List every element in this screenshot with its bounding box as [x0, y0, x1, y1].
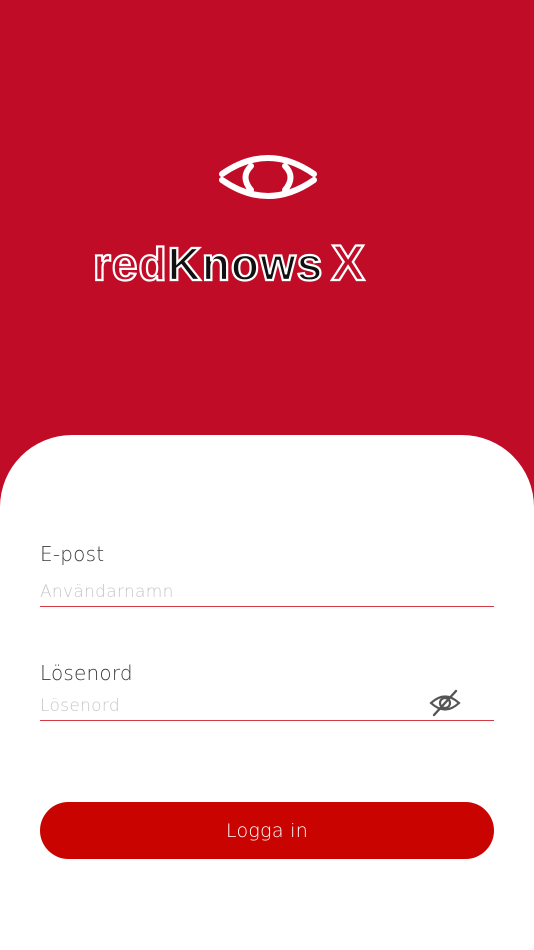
brand-wordmark: redKnows X: [92, 234, 366, 292]
eye-slash-icon[interactable]: [428, 688, 462, 718]
password-input[interactable]: [40, 691, 494, 721]
login-button[interactable]: Logga in: [40, 802, 494, 859]
brand-name-x: X: [331, 235, 364, 291]
email-label: E-post: [40, 542, 105, 566]
brand-name-knows: Knows: [168, 238, 324, 290]
password-label: Lösenord: [40, 661, 133, 685]
email-input[interactable]: [40, 577, 494, 607]
eye-logo-icon: [219, 155, 317, 199]
brand-name-red: red: [93, 238, 168, 290]
svg-text:redKnowsX: redKnows X: [93, 235, 365, 291]
